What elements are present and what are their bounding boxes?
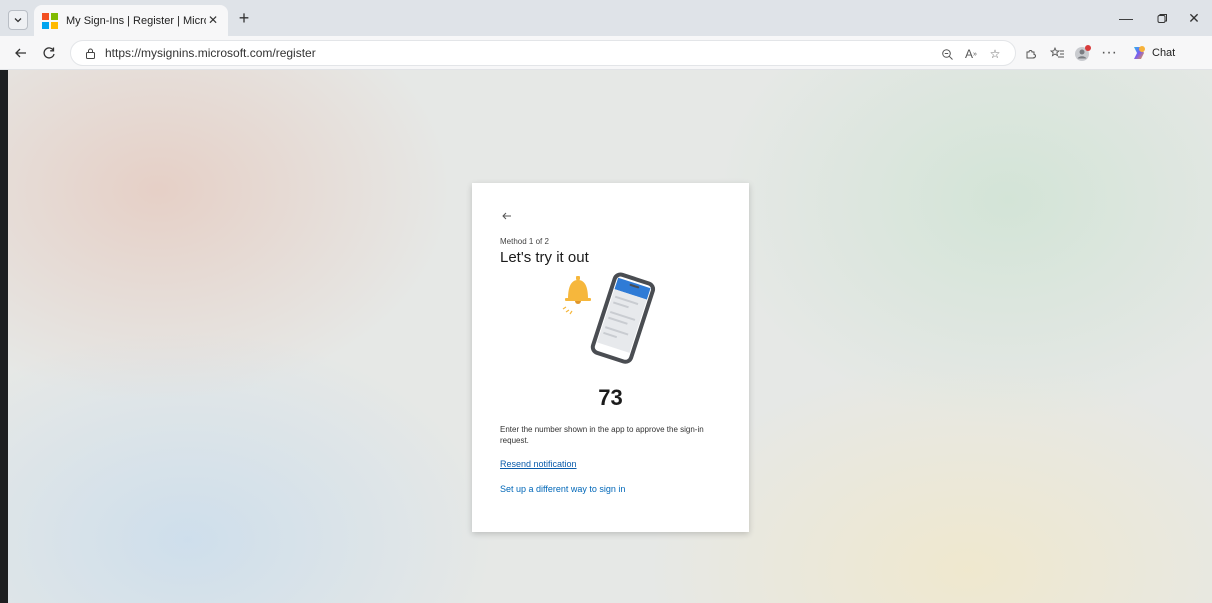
page-title: Let's try it out [500,249,589,266]
refresh-icon[interactable] [38,42,60,64]
browser-titlebar: My Sign-Ins | Register | Microsoft ✕ + —… [0,0,1212,36]
address-bar-row: https://mysignins.microsoft.com/register… [0,36,1212,70]
microsoft-favicon [42,12,58,29]
profile-icon[interactable] [1070,42,1096,64]
resend-notification-link[interactable]: Resend notification [500,459,577,469]
back-icon[interactable] [10,42,32,64]
read-aloud-icon[interactable]: A» [959,42,983,66]
bell-icon [562,276,591,315]
url-bar[interactable]: https://mysignins.microsoft.com/register… [70,40,1016,66]
copilot-icon [1134,46,1145,59]
instruction-text: Enter the number shown in the app to app… [500,425,704,445]
new-tab-icon[interactable]: + [234,8,254,28]
zoom-icon[interactable] [935,42,959,66]
favorite-icon[interactable]: ☆ [983,42,1007,66]
different-method-link[interactable]: Set up a different way to sign in [500,484,625,494]
registration-card: Method 1 of 2 Let's try it out 73 Enter … [472,183,749,532]
tab-title: My Sign-Ins | Register | Microsoft [66,14,206,27]
chevron-down-icon [14,18,22,23]
page-background: Method 1 of 2 Let's try it out 73 Enter … [8,70,1212,603]
close-window-icon[interactable]: ✕ [1172,6,1212,30]
url-text: https://mysignins.microsoft.com/register [105,46,316,60]
copilot-chat-button[interactable]: Chat [1126,42,1179,64]
favorites-icon[interactable] [1044,42,1070,64]
tab-list-button[interactable] [8,10,28,30]
phone-icon [590,272,656,364]
extensions-icon[interactable] [1018,42,1044,64]
close-tab-icon[interactable]: ✕ [206,13,220,27]
verification-number: 73 [598,385,623,410]
back-arrow-icon[interactable] [500,209,514,223]
phone-notification-illustration [562,272,656,364]
method-step-label: Method 1 of 2 [500,237,549,246]
more-icon[interactable]: ··· [1096,42,1122,64]
chat-label: Chat [1152,47,1176,59]
browser-tab[interactable]: My Sign-Ins | Register | Microsoft ✕ [34,5,228,36]
window-left-edge [0,70,8,603]
site-info-icon[interactable] [81,44,99,62]
